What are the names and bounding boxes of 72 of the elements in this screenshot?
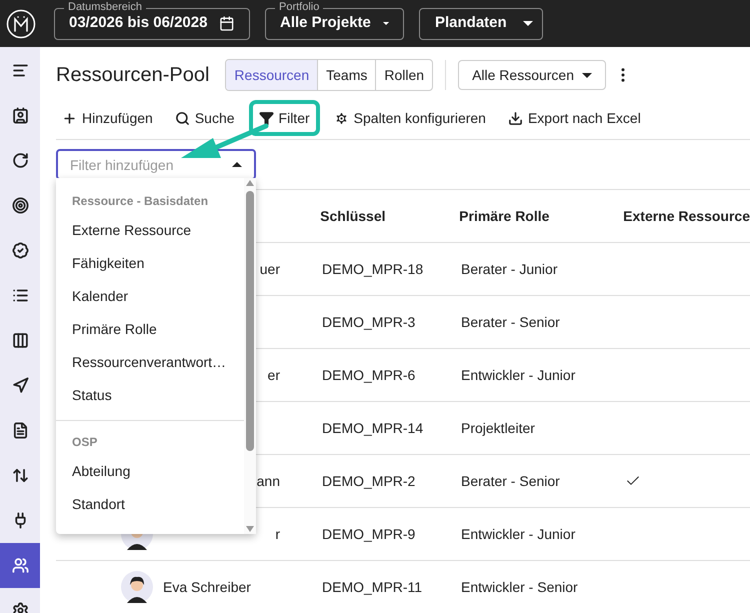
toolbar-button[interactable]: Filter [248,100,320,136]
avatar-icon [121,571,153,603]
people-icon [12,557,28,574]
menu-group-header: OSP [71,434,98,451]
field-label: Datumsbereich [64,2,146,12]
sidebar-item[interactable] [0,543,40,588]
table-cell-text: r [275,524,280,544]
caret-up-icon [232,162,242,167]
table-cell-text: DEMO_MPR-11 [322,578,424,597]
menu-item[interactable]: Kalender [56,280,244,313]
rotate-icon [12,152,28,169]
menu-item[interactable]: Fähigkeiten [56,247,244,280]
table-cell-text: Berater - Junior [461,260,558,278]
menu-item[interactable]: Externe Ressource [56,214,244,247]
table-cell-text: Entwickler - Junior [461,366,576,384]
scroll-up-icon[interactable] [246,180,254,186]
table-cell-text: DEMO_MPR-3 [322,312,416,332]
scroll-down-icon[interactable] [246,526,254,532]
logo-icon [6,8,36,38]
gear-icon [334,110,349,126]
menu-item[interactable]: Abteilung [56,455,244,488]
document-icon [12,422,28,439]
column-header: Externe Ressource [623,206,750,226]
table-cell-text: Eva Schreiber [163,578,251,596]
table-cell-text: DEMO_MPR-9 [322,524,416,544]
calendar-icon [219,15,235,32]
badge-icon [12,242,28,259]
table-cell-text: uer [260,260,280,278]
view-select[interactable]: Alle Ressourcen [458,60,606,90]
menu-item[interactable]: Primäre Rolle [56,313,244,346]
tab[interactable]: Teams [318,60,376,90]
table-cell-text: Entwickler - Junior [461,524,576,544]
table-cell-text: DEMO_MPR-6 [322,366,416,385]
page-title: Ressourcen-Pool [56,63,210,88]
columns-icon [12,332,28,349]
target-icon [12,197,28,214]
toolbar-button[interactable]: Export nach Excel [500,100,649,136]
column-header: Schlüssel [320,206,387,226]
table-cell-text: Entwickler - Senior [461,578,579,596]
tab[interactable]: Rollen [376,60,432,90]
navigation-icon [12,377,28,394]
menu-item[interactable]: Status [56,379,244,412]
table-cell-text: DEMO_MPR-14 [322,418,424,438]
table-cell-text: Berater - Senior [461,312,561,332]
table-cell-text: er [268,366,280,384]
menu-group-header: Ressource - Basisdaten [71,193,210,210]
toolbar-button[interactable]: Hinzufügen [54,100,161,136]
tab[interactable]: Ressourcen [226,60,318,90]
field-label: Portfolio [275,2,324,12]
table-cell-text: Projektleiter [461,418,536,438]
caret-icon [582,72,592,78]
caret-icon [382,21,389,26]
search-icon [174,110,190,126]
plus-icon [62,110,77,126]
caret-icon [522,21,533,26]
swap-arrows-icon [12,467,28,484]
toolbar-button[interactable]: Spalten konfigurieren [326,100,494,136]
contact-card-icon [12,107,28,124]
download-icon [508,110,523,126]
table-cell-text: DEMO_MPR-18 [322,260,424,279]
scrollbar[interactable] [244,178,256,534]
table-cell-text: Berater - Senior [461,472,561,490]
menu-item[interactable]: Standort [56,488,244,521]
plan-select[interactable]: Plandaten [419,8,543,40]
table-cell-text: ann [256,472,280,490]
table-cell-text: DEMO_MPR-2 [322,472,416,491]
toolbar-button[interactable]: Suche [166,100,243,136]
filter-icon [258,110,274,126]
menu-icon [12,62,28,79]
menu-item[interactable]: Ressourcenverantwort… [56,346,244,379]
list-icon [12,287,28,304]
column-header: Primäre Rolle [459,206,550,226]
